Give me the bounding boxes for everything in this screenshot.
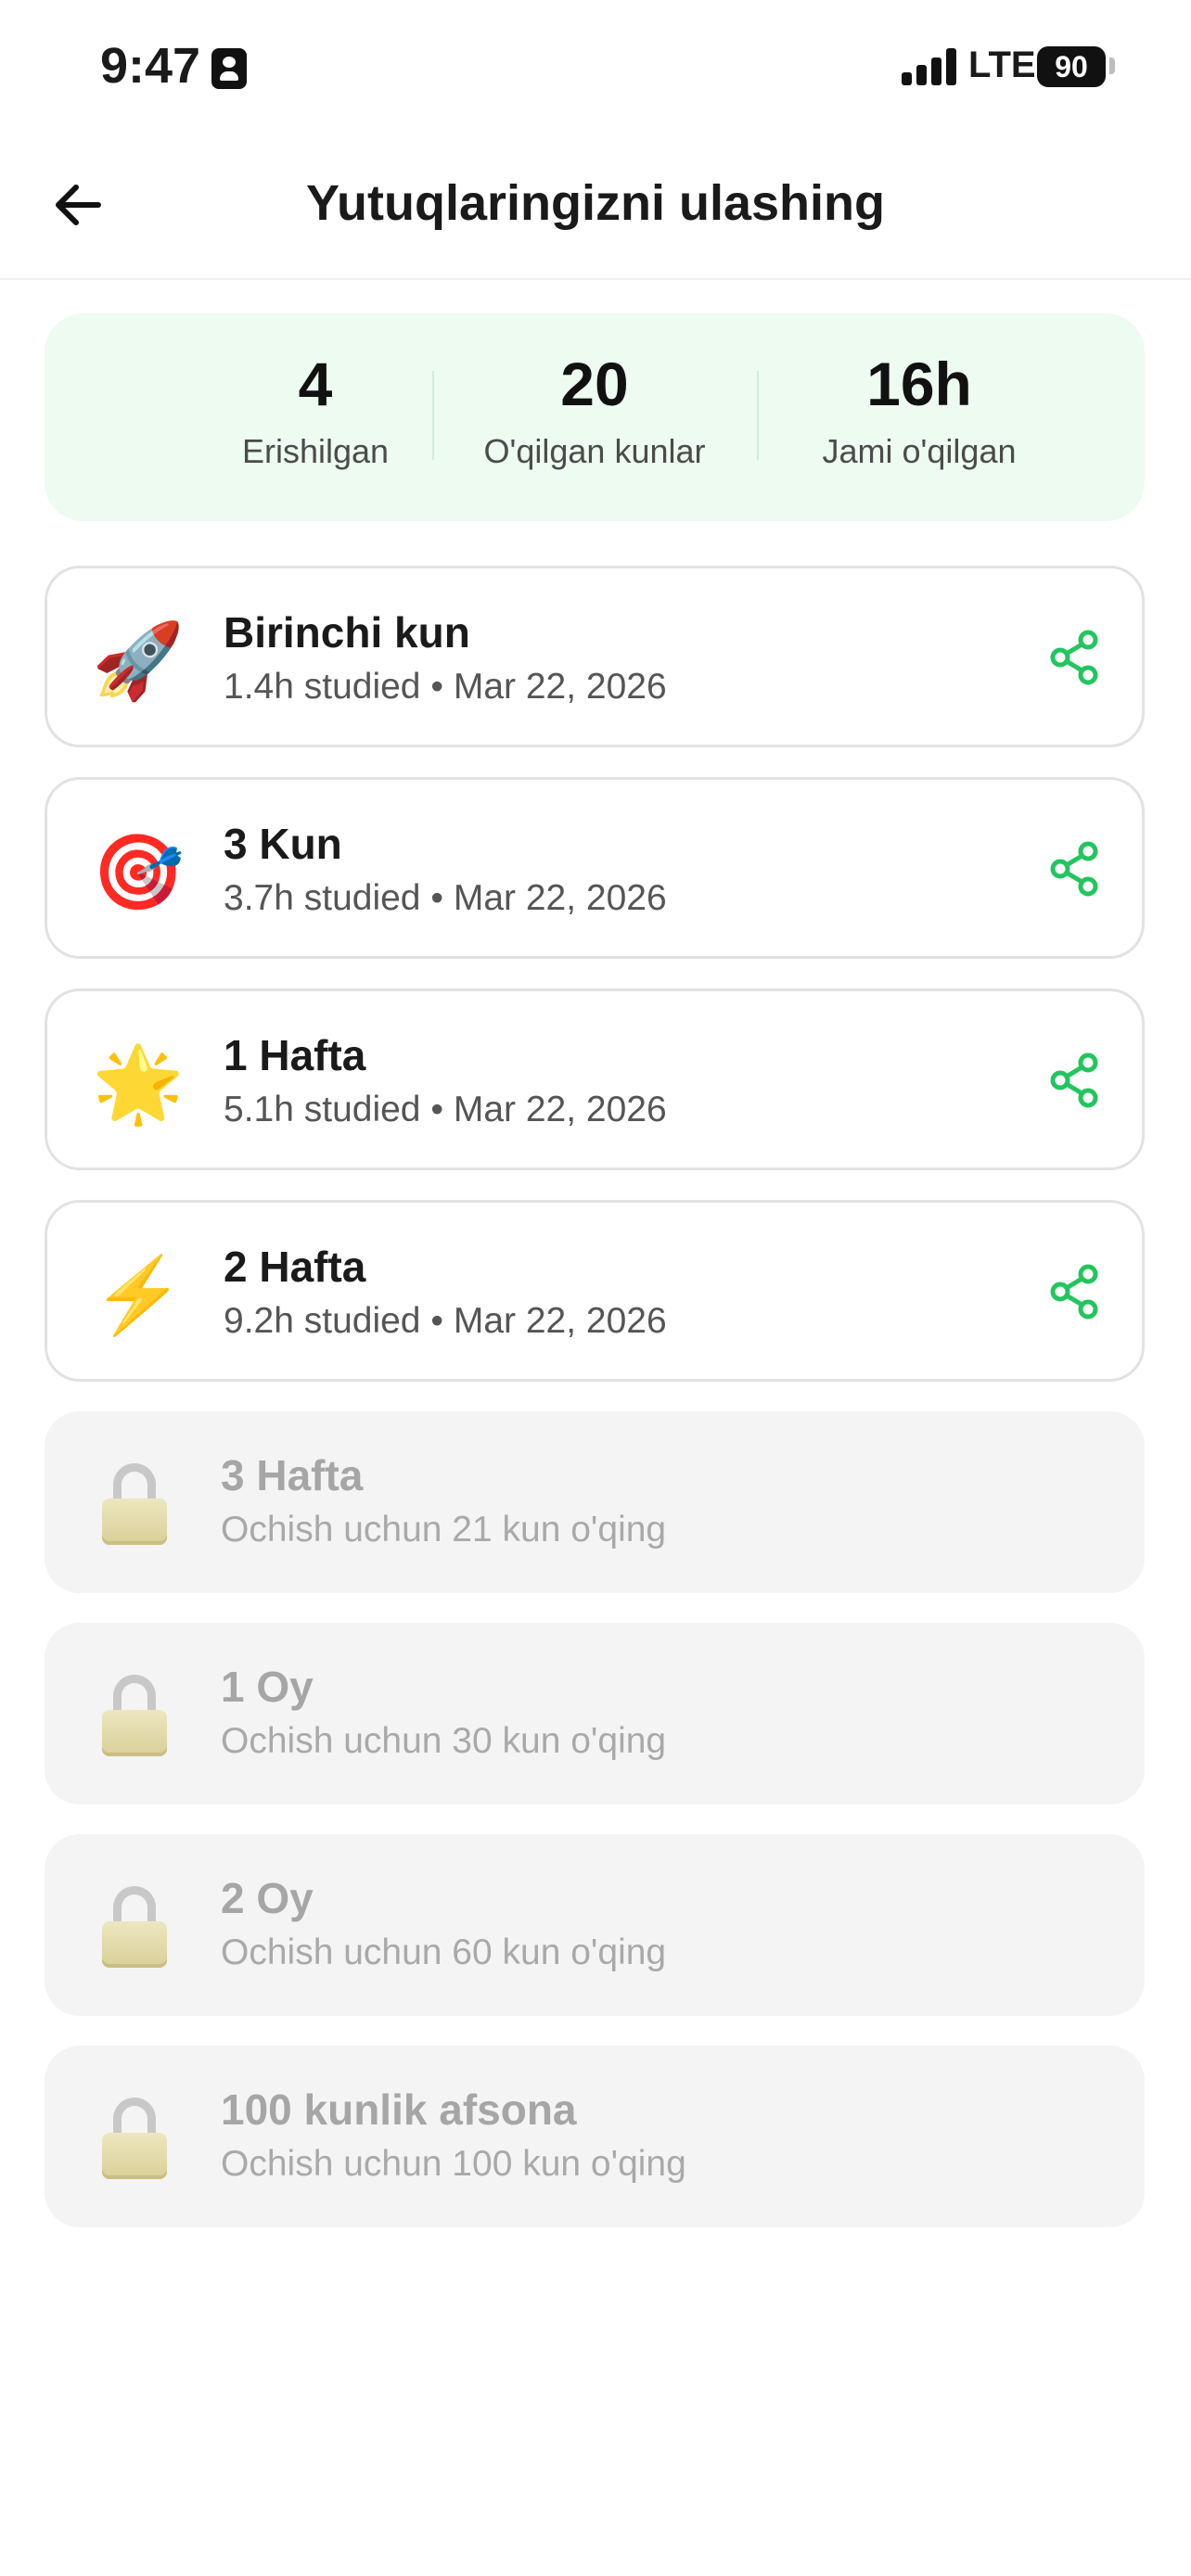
share-icon[interactable] — [1047, 1052, 1101, 1108]
stat-achieved: 4 Erishilgan — [153, 351, 478, 471]
stat-label: Jami o'qilgan — [822, 432, 1017, 470]
achievement-card[interactable]: ⚡ 2 Hafta 9.2h studied • Mar 22, 2026 — [45, 1200, 1145, 1382]
lock-icon — [102, 1675, 167, 1756]
achievement-title: 3 Kun — [224, 820, 342, 868]
rocket-icon: 🚀 — [92, 619, 185, 702]
app-header: Yutuqlaringizni ulashing — [0, 148, 1191, 280]
target-icon: 🎯 — [92, 831, 185, 913]
achievement-card[interactable]: 🎯 3 Kun 3.7h studied • Mar 22, 2026 — [45, 777, 1145, 959]
achievement-subtitle: Ochish uchun 30 kun o'qing — [221, 1721, 667, 1761]
stat-label: O'qilgan kunlar — [483, 432, 706, 470]
lock-icon — [102, 1886, 167, 1968]
network-type: LTE — [968, 45, 1036, 85]
share-icon[interactable] — [1047, 630, 1101, 685]
battery-tip — [1109, 57, 1115, 74]
achievement-title: 3 Hafta — [221, 1451, 364, 1499]
lightning-icon: ⚡ — [92, 1254, 185, 1336]
signal-icon — [902, 48, 959, 85]
achievement-subtitle: 1.4h studied • Mar 22, 2026 — [224, 667, 667, 707]
lock-icon — [102, 2098, 167, 2179]
achievement-subtitle: Ochish uchun 60 kun o'qing — [221, 1932, 667, 1972]
stat-label: Erishilgan — [241, 432, 390, 470]
share-icon[interactable] — [1047, 841, 1101, 897]
achievement-card[interactable]: 🌟 1 Hafta 5.1h studied • Mar 22, 2026 — [45, 988, 1145, 1170]
achievement-card-locked: 3 Hafta Ochish uchun 21 kun o'qing — [45, 1411, 1145, 1593]
achievement-subtitle: Ochish uchun 100 kun o'qing — [221, 2144, 686, 2184]
stat-days-read: 20 O'qilgan kunlar — [432, 351, 757, 471]
achievement-subtitle: 5.1h studied • Mar 22, 2026 — [224, 1090, 667, 1129]
stat-value: 20 — [560, 350, 629, 418]
achievement-card-locked: 100 kunlik afsona Ochish uchun 100 kun o'… — [45, 2046, 1145, 2227]
page-title: Yutuqlaringizni ulashing — [305, 175, 885, 231]
status-bar: 9:47 LTE 90 — [0, 0, 1191, 130]
achievement-card-locked: 1 Oy Ochish uchun 30 kun o'qing — [45, 1623, 1145, 1804]
achievement-card[interactable]: 🚀 Birinchi kun 1.4h studied • Mar 22, 2026 — [45, 566, 1145, 747]
star-icon: 🌟 — [92, 1042, 185, 1125]
achievement-subtitle: Ochish uchun 21 kun o'qing — [221, 1510, 667, 1549]
achievement-title: 1 Oy — [221, 1663, 314, 1711]
stat-value: 4 — [298, 350, 333, 418]
achievement-title: 2 Oy — [221, 1874, 314, 1922]
achievement-title: 1 Hafta — [224, 1031, 366, 1079]
lock-icon — [102, 1463, 167, 1545]
share-icon[interactable] — [1047, 1264, 1101, 1320]
achievement-title: Birinchi kun — [224, 608, 470, 657]
focus-mode-icon — [211, 48, 247, 89]
status-time: 9:47 — [100, 38, 201, 94]
battery-level: 90 — [1037, 46, 1106, 87]
achievement-subtitle: 9.2h studied • Mar 22, 2026 — [224, 1301, 667, 1341]
achievement-title: 100 kunlik afsona — [221, 2085, 577, 2134]
stat-total-read: 16h Jami o'qilgan — [757, 351, 1082, 471]
achievement-title: 2 Hafta — [224, 1243, 366, 1291]
achievement-subtitle: 3.7h studied • Mar 22, 2026 — [224, 878, 667, 918]
stat-value: 16h — [866, 350, 972, 418]
achievement-card-locked: 2 Oy Ochish uchun 60 kun o'qing — [45, 1834, 1145, 2016]
stats-summary-card: 4 Erishilgan 20 O'qilgan kunlar 16h Jami… — [45, 313, 1145, 521]
